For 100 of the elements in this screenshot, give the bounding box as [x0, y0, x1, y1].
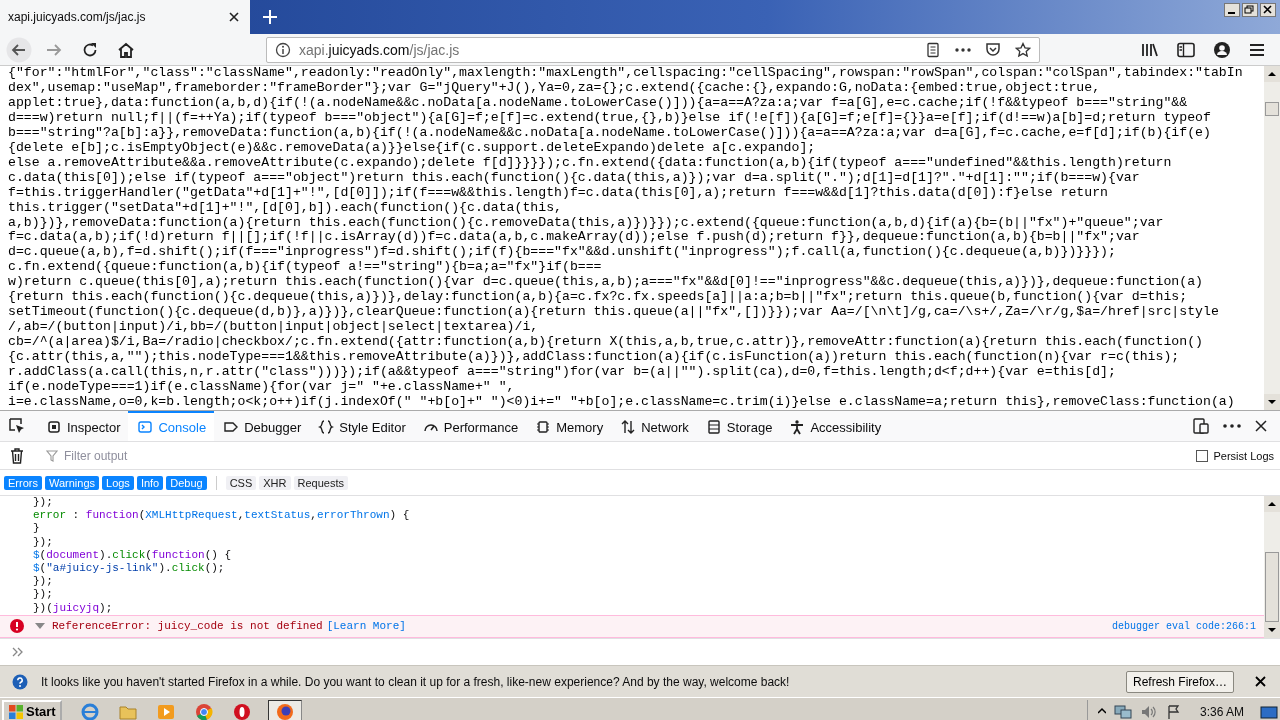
console-code-line: })(juicyjq);	[32, 601, 114, 615]
clock-time: 3:36 AM	[1199, 704, 1244, 719]
close-icon[interactable]	[1255, 676, 1266, 687]
scroll-down-icon[interactable]	[1264, 622, 1280, 638]
console-code-line: });	[32, 535, 54, 549]
devtools-tab[interactable]: Debugger	[214, 411, 310, 441]
code-line: d===w)return null;f||(f=++Ya);if(typeof b==="object"){a[G]=f;e[f]=c.extend(true,{},b)}else if(!e[f]){a[G]=f;e[f]={}}a=e[f];if(d!==w)a[b]=d;return typeof	[8, 110, 1212, 126]
code-line: {"for":"htmlFor","class":"className",readonly:"readOnly",maxlength:"maxLength",cellspacing:"cellSpacing",rowspan:"rowSpan",colspan:"colSpan",tabindex:"tabIn	[8, 66, 1244, 81]
scrollbar[interactable]	[1264, 496, 1280, 638]
reload-icon[interactable]	[81, 40, 99, 59]
notification-text: It looks like you haven't started Firefox in a while. Do you want to clean it up for a fresh, like-new experience? And by the way, welcome back!	[41, 674, 790, 689]
filter-toggle[interactable]: XHR	[259, 475, 291, 490]
element-picker-icon[interactable]	[9, 418, 25, 434]
address-field[interactable]: xapi.juicyads.com/js/jac.js	[266, 36, 1040, 63]
code-line: {c.attr(this,a,"");this.nodeType===1&&this.removeAttribute(a)})},addClass:function(a){if(c.isFunction(a))return this.each(function(n){var r=c(this);	[8, 350, 1181, 366]
console-code-line: });	[32, 575, 54, 589]
library-icon[interactable]	[1141, 41, 1159, 58]
help-icon	[12, 673, 28, 690]
code-line: setTimeout(function(){c.dequeue(d,b)},a)})},clearQueue:function(a){return this.queue(a||"fx",[])}});var Aa=/[\n\t]/g,ca=/\s+/,Za=/\r/g,$a=/href|src|style	[8, 305, 1220, 321]
scroll-up-icon[interactable]	[1264, 496, 1280, 512]
refresh-firefox-button[interactable]: Refresh Firefox…	[1125, 670, 1234, 693]
close-icon[interactable]	[228, 11, 240, 23]
star-icon[interactable]	[1015, 41, 1031, 58]
code-line: i=e.className,o=0,k=b.length;o<k;o++)if(j.indexOf(" "+b[o]+" ")<0)i+=" "+b[o];e.className=c.trim(i)}else e.className=a;return this},removeClass:function(a)	[8, 394, 1236, 410]
scroll-up-icon[interactable]	[1264, 66, 1280, 82]
close-icon[interactable]	[1255, 420, 1267, 432]
prompt-chevron-icon[interactable]	[12, 647, 24, 657]
filter-toggle[interactable]: Logs	[102, 475, 134, 490]
filter-toggle[interactable]: Warnings	[44, 475, 99, 490]
filter-toggle[interactable]: Errors	[4, 475, 42, 490]
shield-icon[interactable]	[985, 41, 1001, 58]
code-line: if(e.nodeType===1)if(e.className){for(var j=" "+e.className+" ",	[8, 380, 516, 395]
scrollbar[interactable]	[1264, 66, 1280, 410]
code-line: a,b)})},removeData:function(a){return this.each(function(){c.removeData(this,a)})}});c.extend({queue:function(a,b,d){if(a){b=(b||"fx")+"queue";var	[8, 215, 1165, 231]
devtools-tab[interactable]: Console	[128, 411, 215, 441]
code-line: /,ab=/(button|input)/i,bb=/(button|input|object|select|textarea)/i,	[8, 320, 540, 336]
console-code-line: $("a#juicy-js-link").click();	[32, 562, 226, 576]
code-line: c.data(this[0]);else if(typeof a==="object")return this.each(function(){c.data(this,a)});var d=a.split(".");d[1]=d[1]?"."+d[1]:"";if(b===w){var	[8, 170, 1141, 186]
filter-toggle[interactable]: CSS	[225, 475, 257, 490]
code-line: dex",usemap:"useMap",frameborder:"frameBorder"};var G="jQuery"+J(),Ya=0,za={};c.extend({cache:{},expando:G,noData:{embed:true,object:true,	[8, 80, 1102, 96]
code-line: f=c.data(a,b);if(!d)return f||[];if(!f||c.isArray(d))f=c.data(a,b,c.makeArray(d));else f.push(d);return f}},dequeue:function(a,b){b=b||"fx";var	[8, 230, 1141, 246]
console-code-line: $(document).click(function() {	[32, 548, 233, 562]
devtools-tab[interactable]: Storage	[696, 411, 781, 441]
responsive-design-icon[interactable]	[1193, 418, 1209, 434]
error-text: ReferenceError: juicy_code is not defined	[52, 620, 323, 633]
filter-toggle[interactable]: Debug	[166, 475, 207, 490]
box-icon	[46, 419, 62, 435]
expand-triangle-icon[interactable]	[35, 622, 45, 631]
firefox-icon[interactable]	[267, 699, 302, 720]
account-icon[interactable]	[1213, 40, 1231, 59]
filter-toggle[interactable]: Info	[136, 475, 164, 490]
network-icon[interactable]	[1113, 703, 1132, 720]
sidebar-icon[interactable]	[1177, 41, 1195, 58]
code-line: r.addClass(a.call(this,n,r.attr("class")))});if(a&&typeof a==="string")for(var b=(a||"").split(ca),d=0,f=this.length;d<f;d++){var e=this[d];	[8, 365, 1117, 380]
code-line: this.trigger("setData"+d[1]+"!",[d[0],b]).each(function(){c.data(this,	[8, 200, 563, 216]
devtools-tab[interactable]: Network	[611, 411, 697, 441]
more-icon[interactable]	[1223, 424, 1241, 428]
terminal-icon	[137, 419, 154, 435]
menu-icon[interactable]	[1249, 42, 1265, 57]
show-desktop-icon[interactable]	[1260, 703, 1278, 720]
start-button[interactable]: Start	[2, 699, 62, 720]
code-line: {delete e[b];c.isEmptyObject(e)&&c.removeData(a)}}else{if(c.support.deleteExpando)delete a[c.expando];	[8, 140, 817, 156]
devtools-tab[interactable]: Memory	[526, 411, 612, 441]
console-code-line: }	[32, 522, 41, 536]
code-line: c.fn.extend({queue:function(a,b){if(typeof a!=="string"){b=a;a="fx"}if(b===	[8, 260, 603, 276]
source-location-link[interactable]: debugger eval code:266:1	[1111, 620, 1256, 632]
devtools-tab[interactable]: Inspector	[37, 411, 129, 441]
braces-icon	[318, 419, 335, 435]
persist-logs-checkbox[interactable]	[1196, 449, 1209, 462]
tag-icon	[223, 419, 240, 435]
flag-icon[interactable]	[1165, 703, 1182, 720]
console-code-line: });	[32, 588, 54, 602]
scroll-down-icon[interactable]	[1264, 394, 1280, 410]
browser-tab[interactable]: xapi.juicyads.com/js/jac.js	[0, 0, 250, 34]
windows-logo-icon	[8, 703, 24, 720]
home-icon[interactable]	[117, 40, 135, 59]
code-line: d=c.queue(a,b),f=d.shift();if(f==="inprogress")f=d.shift();if(f){b==="fx"&&d.unshift("inprogress");f.call(a,function(){c.dequeue(a,b)})}}});	[8, 245, 1117, 261]
devtools-tab[interactable]: Style Editor	[309, 411, 414, 441]
code-line: else a.removeAttribute&&a.removeAttribute(c.expando);delete f[d]}}}});c.fn.extend({data:function(a,b){if(typeof a==="undefined"&&this.length)return	[8, 155, 1173, 171]
more-icon[interactable]	[955, 47, 971, 52]
scroll-thumb[interactable]	[1265, 102, 1279, 116]
plus-icon[interactable]	[262, 9, 278, 25]
person-icon	[789, 419, 806, 435]
filter-field[interactable]: Filter output	[62, 447, 346, 464]
filter-icon	[46, 449, 58, 462]
database-icon	[705, 419, 722, 435]
code-line: b==="string"?a[b]:a}},removeData:function(a,b){if(!(a.nodeName&&c.noData[a.nodeName.toLowerCase()])){a=a==A?za:a;var d=a[G],f=c.cache,e=f[d];if(b){if(e)	[8, 125, 1212, 141]
devtools-tab[interactable]: Accessibility	[780, 411, 890, 441]
scroll-thumb[interactable]	[1265, 552, 1279, 622]
trash-icon[interactable]	[10, 447, 24, 464]
error-icon	[10, 619, 24, 634]
filter-toggle[interactable]: Requests	[293, 475, 348, 490]
console-code-line: });	[32, 496, 54, 510]
learn-more-link[interactable]: [Learn More]	[326, 620, 406, 633]
persist-logs-label: Persist Logs	[1213, 449, 1274, 462]
window-controls-icon[interactable]	[1224, 3, 1276, 17]
code-line: cb=/^(a|area)$/i,Ba=/radio|checkbox/;c.fn.extend({attr:function(a,b){return X(this,a,b,true,c.attr)},removeAttr:function(a){return this.each(function()	[8, 335, 1204, 351]
reader-view-icon[interactable]	[925, 41, 941, 58]
devtools-tab[interactable]: Performance	[413, 411, 527, 441]
info-icon[interactable]	[275, 41, 291, 58]
